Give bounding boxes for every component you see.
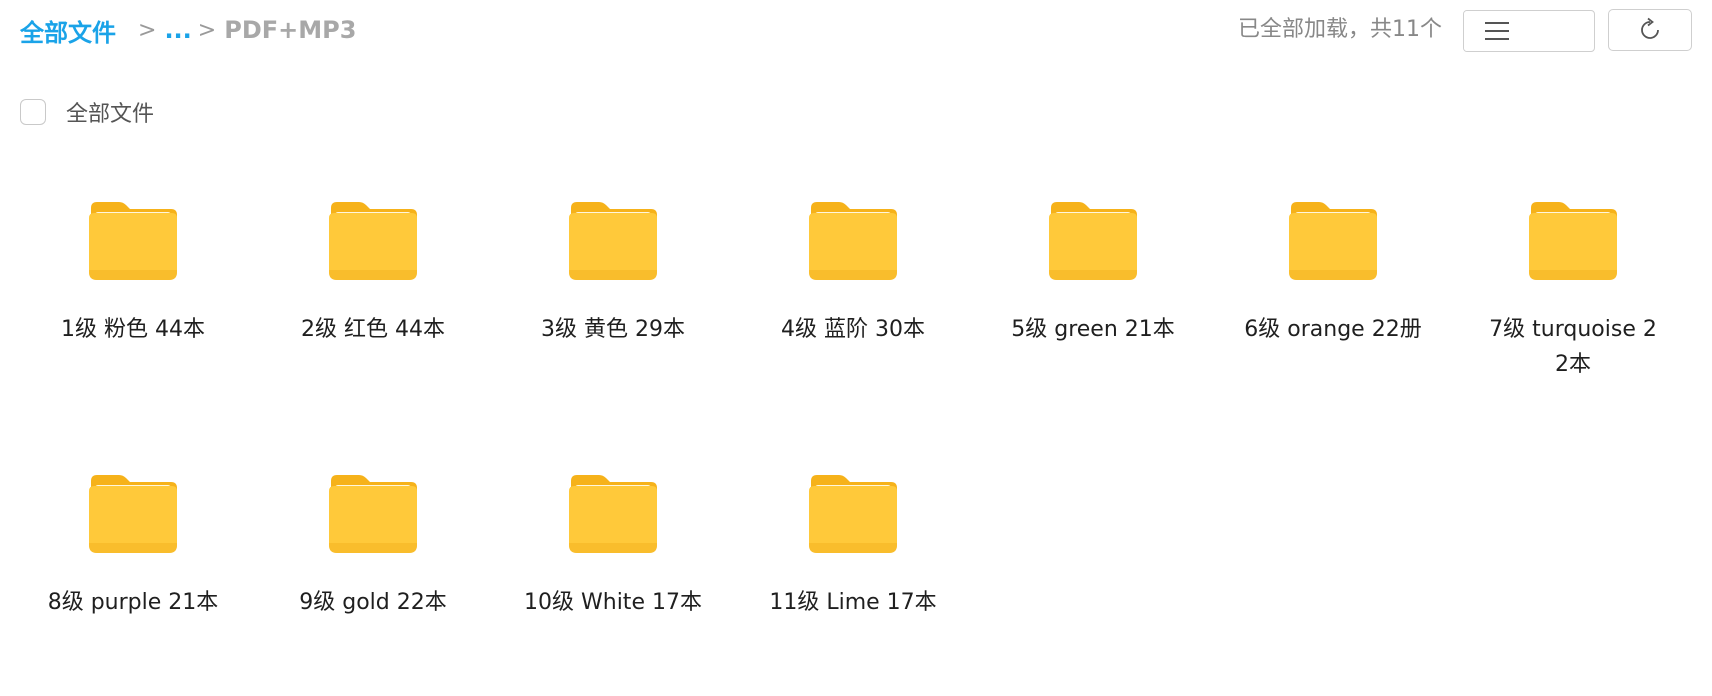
select-all-checkbox[interactable] [20, 99, 46, 125]
folder-item[interactable]: 8级 purple 21本 [13, 473, 253, 620]
load-status-text: 已全部加载，共11个 [1238, 17, 1442, 42]
folder-item[interactable]: 7级 turquoise 22本 [1453, 200, 1693, 382]
list-view-button[interactable] [1464, 11, 1529, 51]
folder-icon [89, 475, 177, 553]
refresh-icon [1641, 17, 1659, 39]
list-icon [1484, 22, 1509, 40]
folder-name: 9级 gold 22本 [299, 590, 447, 615]
folder-icon [809, 475, 897, 553]
folder-name: 6级 orange 22册 [1244, 317, 1422, 342]
folder-icon [809, 202, 897, 280]
folder-name: 7级 turquoise 22本 [1489, 317, 1657, 377]
folder-item[interactable]: 2级 红色 44本 [253, 200, 493, 347]
folder-icon [569, 202, 657, 280]
folder-item[interactable]: 5级 green 21本 [973, 200, 1213, 347]
folder-name: 4级 蓝阶 30本 [781, 317, 925, 342]
folder-item[interactable]: 10级 White 17本 [493, 473, 733, 620]
breadcrumb-ellipsis-link[interactable]: ... [164, 16, 191, 44]
folder-icon [1289, 202, 1377, 280]
view-toggle [1463, 10, 1595, 52]
folder-icon [1049, 202, 1137, 280]
breadcrumb-root-link[interactable]: 全部文件 [20, 13, 116, 48]
folder-item[interactable]: 6级 orange 22册 [1213, 200, 1453, 347]
folder-name: 5级 green 21本 [1011, 317, 1175, 342]
folder-item[interactable]: 1级 粉色 44本 [13, 200, 253, 347]
folder-name: 1级 粉色 44本 [61, 317, 205, 342]
folder-item[interactable]: 4级 蓝阶 30本 [733, 200, 973, 347]
refresh-button[interactable] [1608, 9, 1692, 51]
breadcrumb-current: PDF+MP3 [224, 16, 357, 44]
folder-name: 11级 Lime 17本 [769, 590, 937, 615]
top-bar: 全部文件 > ... > PDF+MP3 已全部加载，共11个 [0, 0, 1712, 60]
folder-icon [329, 202, 417, 280]
folder-item[interactable]: 3级 黄色 29本 [493, 200, 733, 347]
folder-name: 8级 purple 21本 [47, 590, 219, 615]
select-all-label: 全部文件 [66, 102, 155, 127]
folder-name: 10级 White 17本 [524, 590, 702, 615]
folder-icon [329, 475, 417, 553]
breadcrumb: 全部文件 > ... > PDF+MP3 [20, 12, 356, 48]
folder-icon [89, 202, 177, 280]
folder-item[interactable]: 9级 gold 22本 [253, 473, 493, 620]
folder-name: 2级 红色 44本 [301, 317, 445, 342]
select-all-row: 全部文件 [20, 94, 154, 130]
breadcrumb-separator: > [138, 17, 157, 43]
breadcrumb-separator: > [197, 17, 217, 43]
folder-icon [1529, 202, 1617, 280]
folder-icon [569, 475, 657, 553]
folder-item[interactable]: 11级 Lime 17本 [733, 473, 973, 620]
folder-name: 3级 黄色 29本 [541, 317, 685, 342]
